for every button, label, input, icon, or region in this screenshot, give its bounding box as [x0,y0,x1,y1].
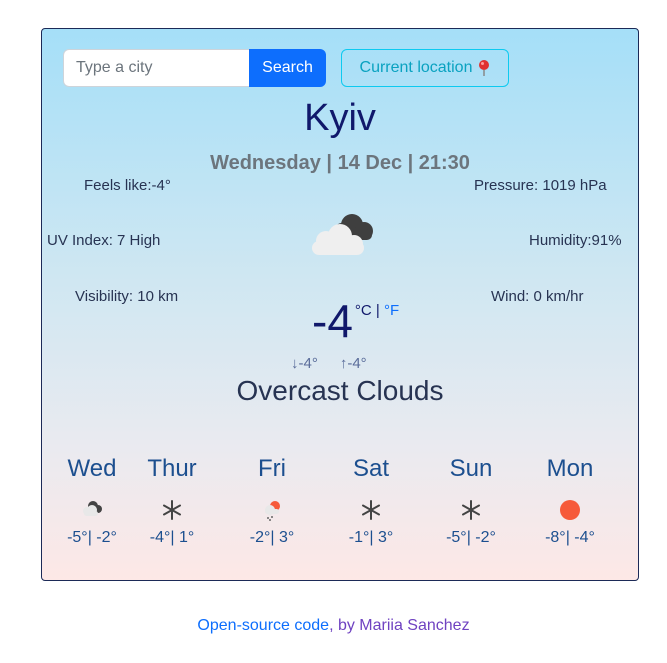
search-form: Search [63,49,326,87]
forecast-day-temps: -2°| 3° [249,529,295,546]
city-name: Kyiv [304,97,376,139]
weather-description: Overcast Clouds [236,375,444,406]
overcast-clouds-icon [304,209,380,261]
pin-icon [478,60,490,76]
forecast-day: Sat -1°| 3° [321,455,421,547]
unit-separator: | [371,302,384,319]
snow-icon [358,497,384,523]
forecast-day: Thur -4°| 1° [122,455,222,547]
current-location-label: Current location [359,59,473,76]
min-temperature: ↓-4° [291,355,318,372]
visibility: Visibility: 10 km [75,288,179,305]
forecast-day-temps: -5°| -2° [446,529,496,546]
forecast-day-name: Sun [449,455,493,482]
celsius-link[interactable]: °C [355,302,372,319]
humidity: Humidity:91% [529,232,622,249]
pressure: Pressure: 1019 hPa [474,177,607,194]
sun-icon [557,497,583,523]
snow-sun-icon [259,497,285,523]
fahrenheit-link[interactable]: °F [384,302,399,319]
max-temperature: ↑-4° [339,355,367,372]
forecast-day-temps: -4°| 1° [149,529,195,546]
current-temperature: -4 [312,295,353,347]
forecast-day: Mon -8°| -4° [520,455,620,547]
search-button[interactable]: Search [249,49,326,87]
forecast-day-name: Sat [352,455,390,482]
unit-toggle: °C | °F [355,302,399,319]
wind: Wind: 0 km/hr [491,288,584,305]
forecast-day: Sun -5°| -2° [421,455,521,547]
forecast-day-name: Fri [258,455,286,482]
current-temperature-block: -4 °C | °F [312,295,399,347]
city-search-input[interactable] [63,49,249,87]
forecast-day: Fri -2°| 3° [222,455,322,547]
forecast-day-temps: -8°| -4° [545,529,595,546]
min-max-temperature: ↓-4° ↑-4° [291,355,367,372]
forecast-day-name: Thur [147,455,197,482]
broken-clouds-icon [79,497,105,523]
feels-like: Feels like:-4° [84,177,171,194]
snow-icon [458,497,484,523]
forecast-day-temps: -1°| 3° [348,529,394,546]
footer: Open-source code, by Mariia Sanchez [0,617,667,635]
current-location-button[interactable]: Current location [341,49,509,87]
forecast-day-name: Mon [546,455,594,482]
current-date: Wednesday | 14 Dec | 21:30 [210,152,470,174]
snow-icon [159,497,185,523]
author-credit: , by Mariia Sanchez [329,617,470,634]
weather-card: Search Current location Kyiv Wednesday |… [41,28,639,581]
uv-index: UV Index: 7 High [47,232,161,249]
source-code-link[interactable]: Open-source code [197,617,329,634]
